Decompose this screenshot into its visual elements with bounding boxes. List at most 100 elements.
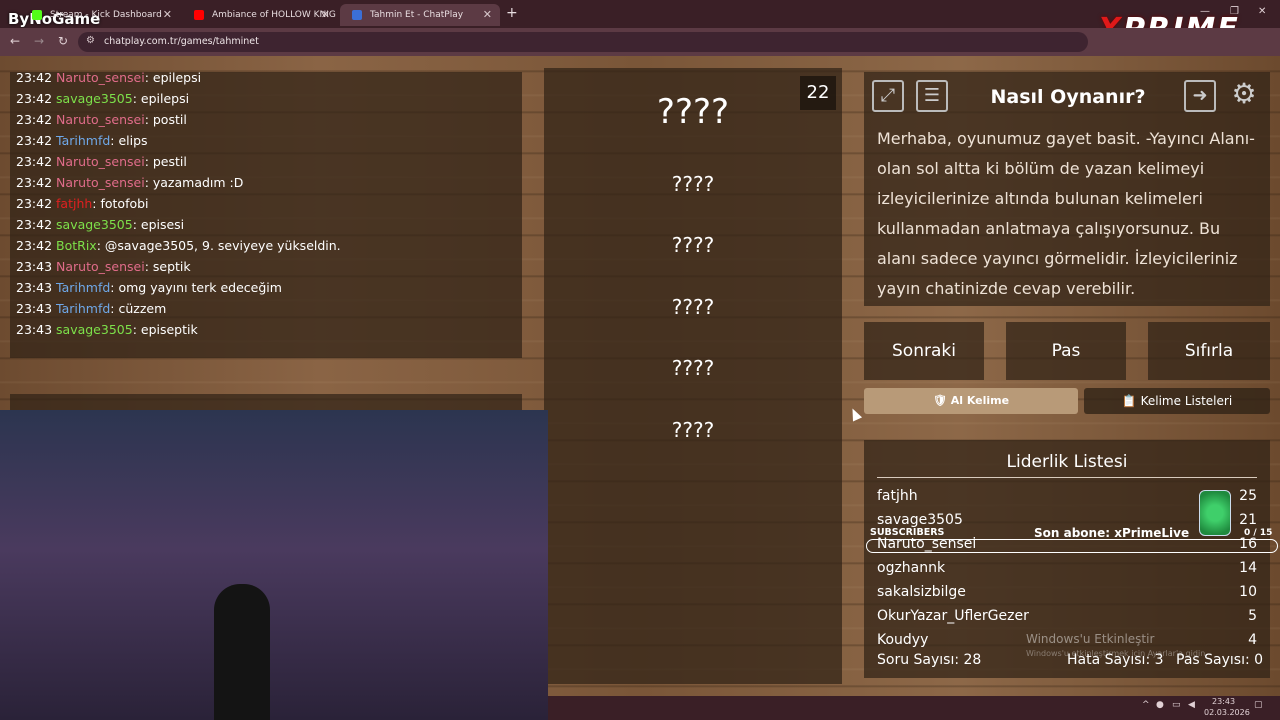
clipboard-icon: 📋 (1121, 394, 1137, 408)
taskbar (548, 696, 1280, 720)
chat-username[interactable]: savage3505 (56, 217, 133, 232)
microphone (214, 584, 270, 720)
close-tab-icon[interactable]: ✕ (483, 8, 492, 21)
word-lists-button[interactable]: 📋 Kelime Listeleri (1084, 388, 1270, 414)
mic-tray-icon[interactable]: ● (1156, 700, 1164, 710)
chat-time: 23:42 (16, 196, 53, 211)
chat-username[interactable]: savage3505 (56, 91, 133, 106)
tab-label: Ambiance of HOLLOW KNIG (212, 10, 336, 20)
leaderboard-row: OkurYazar_UflerGezer 5 (877, 608, 1257, 624)
forbidden-word-3: ???? (671, 295, 715, 319)
leaderboard-score: 21 (1239, 512, 1257, 528)
windows-activate-subtext: Windows'u etkinleştirmek için Ayarlar'a … (1026, 649, 1208, 658)
close-tab-icon[interactable]: ✕ (321, 8, 330, 21)
close-tab-icon[interactable]: ✕ (163, 8, 172, 21)
clock-time[interactable]: 23:43 (1212, 697, 1235, 706)
leaderboard-name: ogzhannk (877, 560, 946, 576)
chat-message: 23:42 Naruto_sensei: yazamadım :D (16, 175, 243, 190)
chat-username[interactable]: Tarihmfd (56, 280, 110, 295)
leaderboard-row: ogzhannk 14 (877, 560, 1257, 576)
tab-kick-dashboard[interactable]: Stream - Kick Dashboard ✕ (20, 4, 180, 26)
subs-label: SUBSCRIBERS (870, 527, 945, 538)
gear-icon[interactable]: ⚙ (1228, 80, 1260, 112)
chat-username[interactable]: Naruto_sensei (56, 175, 145, 190)
fullscreen-icon[interactable]: ⤢ (872, 80, 904, 112)
tab-chatplay[interactable]: Tahmin Et - ChatPlay ✕ (340, 4, 500, 26)
chat-message: 23:43 Tarihmfd: cüzzem (16, 301, 166, 316)
tab-hollow-knight[interactable]: Ambiance of HOLLOW KNIG ✕ (182, 4, 338, 26)
chat-username[interactable]: BotRix (56, 238, 97, 253)
webcam-feed (0, 410, 548, 720)
close-window-icon[interactable]: ✕ (1258, 6, 1266, 17)
chat-username[interactable]: Naruto_sensei (56, 70, 145, 85)
chat-message: 23:42 BotRix: @savage3505, 9. seviyeye y… (16, 238, 341, 253)
forbidden-word-1: ???? (671, 172, 715, 196)
chat-text: : pestil (144, 154, 187, 169)
chat-username[interactable]: Tarihmfd (56, 133, 110, 148)
exit-icon[interactable]: ➜ (1184, 80, 1216, 112)
reset-button[interactable]: Sıfırla (1148, 322, 1270, 380)
back-icon[interactable]: ← (10, 34, 20, 48)
chat-message: 23:43 Naruto_sensei: septik (16, 259, 191, 274)
chat-message: 23:42 Naruto_sensei: postil (16, 112, 187, 127)
chat-message: 23:42 Naruto_sensei: epilepsi (16, 70, 201, 85)
forbidden-word-4: ???? (671, 356, 715, 380)
chat-text: : episesi (132, 217, 185, 232)
chat-text: : fotofobi (92, 196, 149, 211)
chat-username[interactable]: savage3505 (56, 322, 133, 337)
chat-time: 23:42 (16, 175, 53, 190)
browser-tab-bar: ByNoGame Stream - Kick Dashboard ✕ Ambia… (0, 0, 1280, 28)
chat-text: : @savage3505, 9. seviyeye yükseldin. (96, 238, 341, 253)
clock-date[interactable]: 02.03.2026 (1204, 708, 1250, 717)
reload-icon[interactable]: ↻ (58, 34, 68, 48)
chat-message: 23:42 Tarihmfd: elips (16, 133, 148, 148)
how-to-play-title: Nasıl Oynanır? (990, 86, 1146, 108)
leaderboard-score: 25 (1239, 488, 1257, 504)
chat-message: 23:42 fatjhh: fotofobi (16, 196, 149, 211)
youtube-favicon-icon (194, 10, 204, 20)
chat-time: 23:43 (16, 301, 53, 316)
main-word: ???? (656, 92, 730, 132)
chat-message: 23:42 savage3505: epilepsi (16, 91, 189, 106)
site-info-icon[interactable]: ⚙ (86, 35, 95, 46)
chevron-up-icon[interactable]: ^ (1142, 700, 1150, 710)
chat-time: 23:42 (16, 70, 53, 85)
take-word-button[interactable]: 🛡 Al Kelime (864, 388, 1078, 414)
new-tab-button[interactable]: + (506, 5, 518, 21)
chat-username[interactable]: Naruto_sensei (56, 154, 145, 169)
subs-count: 0 / 15 (1244, 528, 1273, 538)
tab-label: Tahmin Et - ChatPlay (370, 10, 464, 20)
forbidden-word-5: ???? (671, 418, 715, 442)
chat-message: 23:43 savage3505: episeptik (16, 322, 198, 337)
word-lists-label: Kelime Listeleri (1140, 394, 1233, 408)
chat-text: : episeptik (132, 322, 198, 337)
network-icon[interactable]: ▭ (1172, 700, 1181, 710)
chat-text: : epilepsi (144, 70, 202, 85)
chat-time: 23:43 (16, 259, 53, 274)
leaderboard-score: 10 (1239, 584, 1257, 600)
chat-username[interactable]: Tarihmfd (56, 301, 110, 316)
kick-favicon-icon (32, 10, 42, 20)
shield-icon: 🛡 (932, 394, 947, 407)
subs-progress-bar (866, 539, 1278, 553)
chat-text: : elips (110, 133, 148, 148)
chat-time: 23:42 (16, 217, 53, 232)
chatplay-favicon-icon (352, 10, 362, 20)
leaderboard-name: OkurYazar_UflerGezer (877, 608, 1029, 624)
tab-label: Stream - Kick Dashboard (50, 10, 162, 20)
volume-icon[interactable]: ◀ (1188, 700, 1195, 710)
chat-time: 23:42 (16, 154, 53, 169)
notification-icon[interactable]: ▢ (1254, 700, 1263, 710)
chat-username[interactable]: Naruto_sensei (56, 259, 145, 274)
chat-message: 23:43 Tarihmfd: omg yayını terk edeceğim (16, 280, 282, 295)
document-icon[interactable]: ☰ (916, 80, 948, 112)
chat-username[interactable]: Naruto_sensei (56, 112, 145, 127)
chat-time: 23:42 (16, 133, 53, 148)
leaderboard-score: 14 (1239, 560, 1257, 576)
url-field[interactable]: ⚙ chatplay.com.tr/games/tahminet (78, 32, 1088, 52)
next-button[interactable]: Sonraki (864, 322, 984, 380)
chat-username[interactable]: fatjhh (56, 196, 92, 211)
pass-button[interactable]: Pas (1006, 322, 1126, 380)
forward-icon[interactable]: → (34, 34, 44, 48)
leaderboard-name: savage3505 (877, 512, 963, 528)
